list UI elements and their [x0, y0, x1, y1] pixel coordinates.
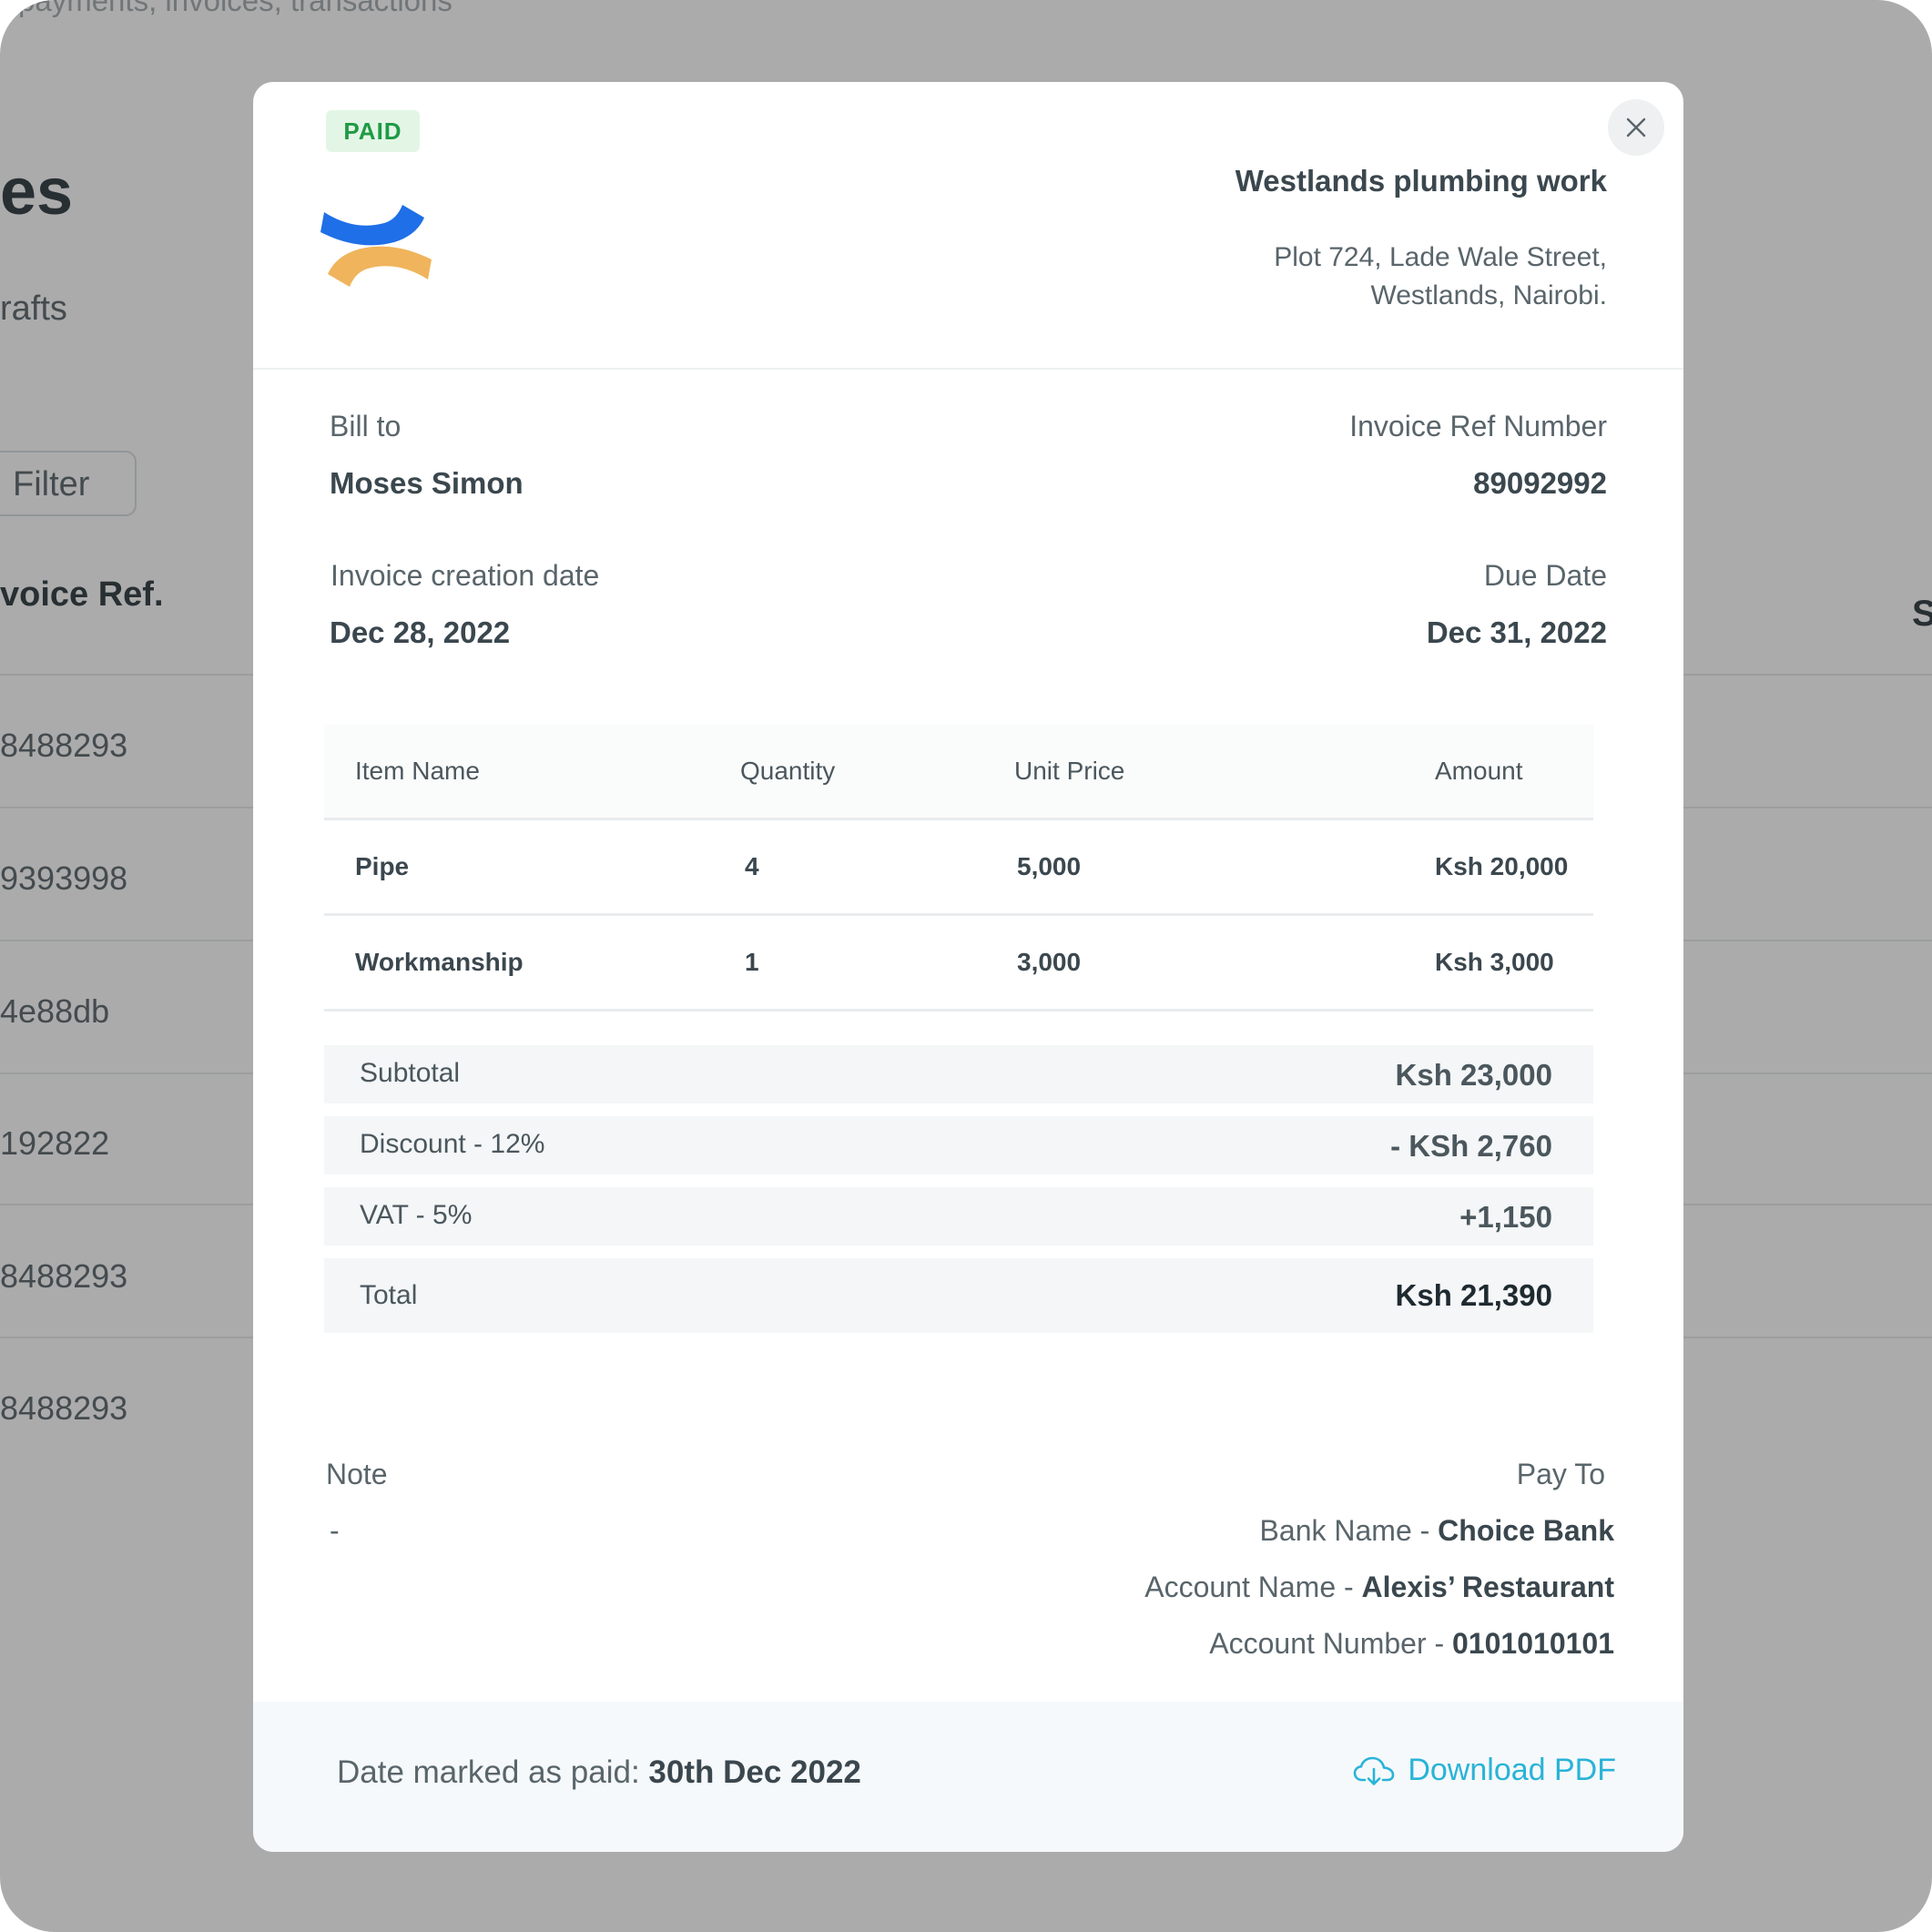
row-amount: Ksh 3,000 [1435, 948, 1554, 976]
row-unit-price: 3,000 [1017, 948, 1082, 976]
paid-date-label: Date marked as paid: [337, 1754, 649, 1790]
bank-name-line: Bank Name - Choice Bank [1260, 1514, 1614, 1548]
row-quantity: 1 [745, 948, 759, 976]
paid-date-value: 30th Dec 2022 [648, 1754, 861, 1790]
paid-date: Date marked as paid: 30th Dec 2022 [337, 1754, 861, 1791]
account-number-line: Account Number - 0101010101 [1209, 1627, 1614, 1661]
creation-date: Dec 28, 2022 [330, 615, 511, 649]
invoice-ref-label: Invoice Ref Number [1349, 410, 1607, 442]
account-name-label: Account Name - [1144, 1571, 1362, 1603]
status-badge: PAID [326, 110, 420, 152]
items-table-header: Item Name Quantity Unit Price Amount [324, 725, 1593, 820]
total-label: Total [360, 1280, 418, 1310]
company-name: Westlands plumbing work [1235, 164, 1607, 198]
header-quantity: Quantity [740, 757, 836, 785]
vat-label: VAT - 5% [360, 1200, 473, 1230]
bill-to-name: Moses Simon [330, 466, 524, 500]
account-number-label: Account Number - [1209, 1627, 1453, 1660]
account-name-value: Alexis’ Restaurant [1361, 1571, 1614, 1603]
subtotal-value: Ksh 23,000 [1395, 1058, 1552, 1092]
total-row: Total Ksh 21,390 [324, 1258, 1593, 1333]
row-amount: Ksh 20,000 [1435, 852, 1569, 880]
address-line-1: Plot 724, Lade Wale Street, [1274, 242, 1607, 272]
header-divider [253, 368, 1683, 370]
subtotal-label: Subtotal [360, 1058, 461, 1088]
creation-date-label: Invoice creation date [330, 559, 600, 592]
discount-label: Discount - 12% [360, 1129, 545, 1159]
header-item-name: Item Name [355, 757, 480, 785]
due-date: Dec 31, 2022 [1426, 615, 1607, 649]
header-unit-price: Unit Price [1014, 757, 1125, 785]
discount-value: - KSh 2,760 [1390, 1129, 1552, 1163]
bank-name-label: Bank Name - [1259, 1514, 1439, 1547]
download-pdf-label: Download PDF [1408, 1753, 1616, 1787]
due-date-label: Due Date [1483, 559, 1607, 592]
row-unit-price: 5,000 [1017, 852, 1082, 880]
vat-value: +1,150 [1459, 1200, 1552, 1234]
account-name-line: Account Name - Alexis’ Restaurant [1144, 1571, 1614, 1604]
header-amount: Amount [1435, 757, 1523, 785]
table-row: Workmanship 1 3,000 Ksh 3,000 [324, 916, 1593, 1012]
bill-to-label: Bill to [330, 410, 402, 442]
company-address: Plot 724, Lade Wale Street, Westlands, N… [1274, 239, 1607, 315]
cloud-download-icon [1354, 1756, 1395, 1785]
close-button[interactable] [1608, 99, 1664, 156]
row-item-name: Workmanship [355, 948, 524, 976]
close-icon [1626, 117, 1646, 137]
note-value: - [330, 1514, 340, 1547]
items-table: Item Name Quantity Unit Price Amount Pip… [324, 725, 1593, 1012]
bank-name-value: Choice Bank [1438, 1514, 1614, 1547]
download-pdf-button[interactable]: Download PDF [1353, 1753, 1616, 1788]
table-row: Pipe 4 5,000 Ksh 20,000 [324, 820, 1593, 916]
row-quantity: 4 [745, 852, 759, 880]
pay-to-label: Pay To [1516, 1458, 1605, 1490]
vat-row: VAT - 5% +1,150 [324, 1187, 1593, 1246]
logo-blue-stroke [320, 205, 424, 246]
app-frame: payments, invoices, transactions es raft… [0, 0, 1932, 1932]
subtotal-row: Subtotal Ksh 23,000 [324, 1045, 1593, 1103]
row-item-name: Pipe [355, 852, 410, 880]
address-line-2: Westlands, Nairobi. [1370, 280, 1607, 310]
total-value: Ksh 21,390 [1395, 1278, 1552, 1312]
account-number-value: 0101010101 [1452, 1627, 1614, 1660]
invoice-modal: PAID Westlands plumbing work Plot 724, L… [253, 82, 1683, 1852]
company-logo [320, 205, 432, 287]
modal-footer: Date marked as paid: 30th Dec 2022 Downl… [253, 1702, 1683, 1852]
discount-row: Discount - 12% - KSh 2,760 [324, 1116, 1593, 1174]
note-label: Note [326, 1458, 388, 1490]
invoice-ref-number: 89092992 [1473, 466, 1607, 500]
logo-orange-stroke [328, 246, 432, 287]
